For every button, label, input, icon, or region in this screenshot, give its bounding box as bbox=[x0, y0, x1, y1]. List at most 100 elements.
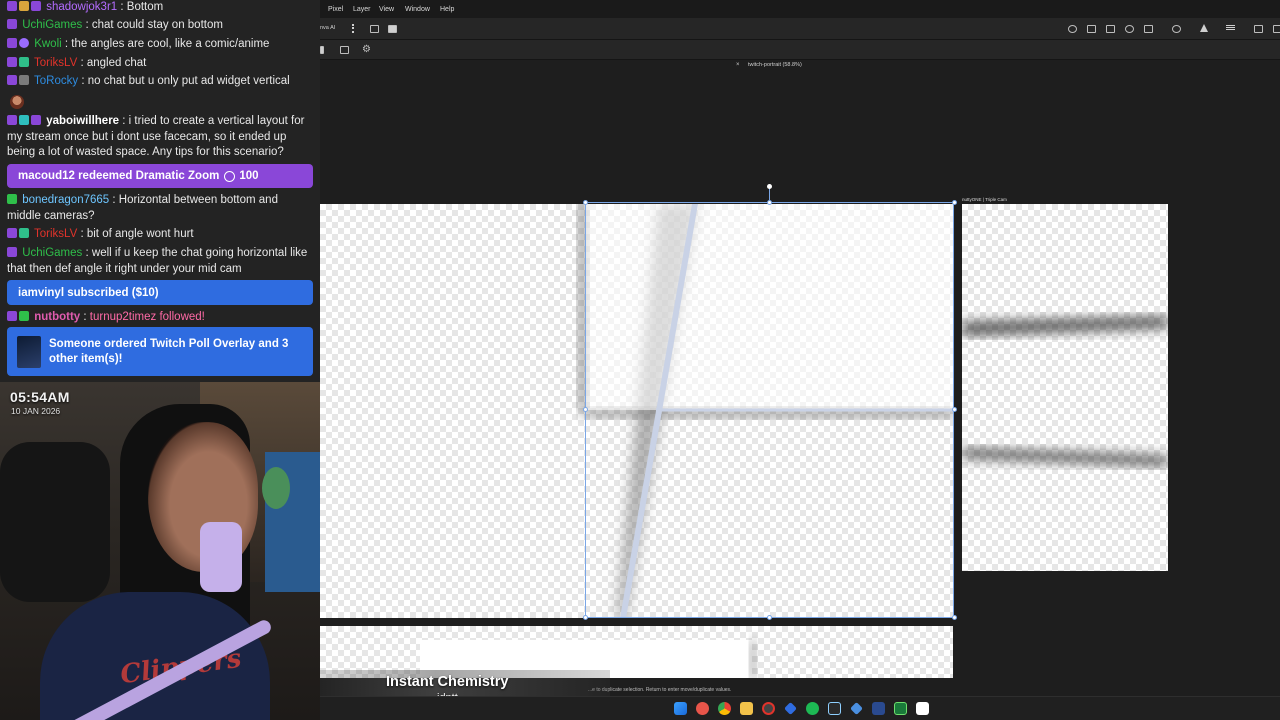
emote-badge-icon bbox=[19, 228, 29, 238]
menu-layer[interactable]: Layer bbox=[353, 6, 371, 13]
chat-text: the angles are cool, like a comic/anime bbox=[71, 38, 270, 50]
channel-points-icon bbox=[224, 170, 236, 182]
chat-message: ToriksLV : angled chat bbox=[7, 56, 315, 72]
terminal-icon[interactable] bbox=[828, 702, 841, 715]
artboard-triple-cam[interactable] bbox=[962, 204, 1168, 571]
chat-username: Kwoli bbox=[34, 38, 62, 50]
document-tab[interactable]: twitch-portrait (58.8%) bbox=[748, 62, 802, 68]
stream-clock: 05:54AM bbox=[10, 389, 70, 405]
resize-handle-left[interactable] bbox=[583, 407, 588, 412]
grid-icon[interactable] bbox=[388, 25, 397, 33]
menu-bar: Pixel Layer View Window Help bbox=[320, 0, 1280, 18]
menu-window[interactable]: Window bbox=[405, 6, 430, 13]
emote-badge-icon bbox=[19, 57, 29, 67]
chat-message: UchiGames : well if u keep the chat goin… bbox=[7, 247, 308, 275]
menu-pixel[interactable]: Pixel bbox=[328, 6, 343, 13]
intersect-icon[interactable] bbox=[1106, 25, 1115, 33]
layer-op-icon[interactable] bbox=[1068, 25, 1077, 33]
brave-icon[interactable] bbox=[696, 702, 709, 715]
chat-username: nutbotty bbox=[34, 311, 81, 323]
chat-message: UchiGames : chat could stay on bottom bbox=[7, 18, 315, 34]
stream-date: 10 JAN 2026 bbox=[11, 406, 61, 416]
spotify-icon[interactable] bbox=[806, 702, 819, 715]
resize-handle-top[interactable] bbox=[767, 200, 772, 205]
resize-handle-bottom[interactable] bbox=[767, 615, 772, 620]
align-icon[interactable] bbox=[1226, 27, 1235, 28]
arrange-icon[interactable] bbox=[1254, 25, 1263, 33]
resize-handle-bottom-right[interactable] bbox=[952, 615, 957, 620]
chrome-icon[interactable] bbox=[718, 702, 731, 715]
chat-message: ToRocky : no chat but u only put ad widg… bbox=[7, 74, 315, 90]
design-editor: Pixel Layer View Window Help nva AI ⚙ tw… bbox=[320, 0, 1280, 720]
chat-username: ToriksLV bbox=[34, 228, 78, 240]
product-thumbnail bbox=[17, 335, 41, 368]
resize-handle-top-right[interactable] bbox=[952, 200, 957, 205]
chat-text: chat could stay on bottom bbox=[91, 19, 223, 31]
rotate-handle[interactable] bbox=[767, 184, 772, 189]
artboard-label[interactable]: nuttyONE | Triple Cam bbox=[962, 197, 1007, 202]
ai-tool-label[interactable]: nva AI bbox=[320, 25, 335, 31]
settings-gear-icon[interactable]: ⚙ bbox=[362, 44, 371, 55]
chat-message: ToriksLV : bit of angle wont hurt bbox=[7, 227, 315, 243]
divide-icon[interactable] bbox=[1144, 25, 1153, 33]
order-text: Someone ordered Twitch Poll Overlay and … bbox=[49, 337, 289, 365]
sub-badge-icon bbox=[7, 38, 17, 48]
sub-badge-icon bbox=[7, 247, 17, 257]
figure-toy bbox=[262, 467, 290, 509]
subtract-icon[interactable] bbox=[1087, 25, 1096, 33]
sub-badge-icon bbox=[7, 19, 17, 29]
chat-message: nutbotty : turnup2timez followed! bbox=[7, 310, 315, 326]
chat-username: UchiGames bbox=[22, 247, 83, 259]
editor-app-icon[interactable] bbox=[872, 702, 885, 715]
chat-text: Bottom bbox=[126, 1, 164, 13]
robot-badge-icon bbox=[19, 75, 29, 85]
file-explorer-icon[interactable] bbox=[740, 702, 753, 715]
sub-badge-icon bbox=[7, 75, 17, 85]
exclude-icon[interactable] bbox=[1125, 25, 1134, 33]
more-icon[interactable] bbox=[352, 24, 354, 33]
clipboard-icon[interactable] bbox=[916, 702, 929, 715]
checkmark-badge-icon bbox=[19, 311, 29, 321]
prime-badge-icon bbox=[31, 115, 41, 125]
resize-handle-bottom-left[interactable] bbox=[583, 615, 588, 620]
start-icon[interactable] bbox=[674, 702, 687, 715]
panel-shadow bbox=[750, 640, 756, 678]
artboard-canvas[interactable] bbox=[320, 204, 953, 618]
app-icon[interactable] bbox=[850, 702, 863, 715]
webcam-feed: Clippers 05:54AM 10 JAN 2026 bbox=[0, 382, 320, 720]
document-tab-bar: twitch-portrait (58.8%) bbox=[320, 60, 1280, 72]
subscription-banner: iamvinyl subscribed ($10) bbox=[7, 280, 313, 305]
frame-icon[interactable] bbox=[340, 46, 349, 54]
sub-badge-icon bbox=[7, 311, 17, 321]
chat-message: shadowjok3r1 : Bottom bbox=[7, 0, 315, 16]
active-app-icon[interactable] bbox=[894, 702, 907, 715]
menu-view[interactable]: View bbox=[379, 6, 394, 13]
menu-help[interactable]: Help bbox=[440, 6, 454, 13]
chat-username: bonedragon7665 bbox=[22, 194, 110, 206]
context-toolbar: ⚙ bbox=[320, 40, 1280, 60]
duplicate-icon[interactable] bbox=[370, 25, 379, 33]
resize-handle-right[interactable] bbox=[952, 407, 957, 412]
designer-icon[interactable] bbox=[784, 702, 797, 715]
verified-badge-icon bbox=[19, 38, 29, 48]
redeem-banner: macoud12 redeemed Dramatic Zoom 100 bbox=[7, 164, 313, 188]
sub-badge-icon bbox=[7, 1, 17, 11]
transform-icon[interactable] bbox=[1273, 25, 1280, 33]
chat-username: ToriksLV bbox=[34, 57, 78, 69]
screen: shadowjok3r1 : Bottom UchiGames : chat c… bbox=[0, 0, 1280, 720]
mod-badge-icon bbox=[7, 194, 17, 204]
chat-message: bonedragon7665 : Horizontal between bott… bbox=[7, 194, 278, 222]
chat-text: bit of angle wont hurt bbox=[86, 228, 194, 240]
resize-handle-top-left[interactable] bbox=[583, 200, 588, 205]
sub-badge-icon bbox=[7, 228, 17, 238]
tool-option-icon[interactable] bbox=[320, 46, 324, 54]
redeem-points: 100 bbox=[239, 170, 259, 182]
chat-overlay: shadowjok3r1 : Bottom UchiGames : chat c… bbox=[0, 0, 320, 382]
close-tab-icon[interactable]: × bbox=[736, 62, 740, 68]
chat-username: yaboiwillhere bbox=[46, 115, 120, 127]
bits-badge-icon bbox=[19, 1, 29, 11]
warning-icon[interactable] bbox=[1200, 24, 1208, 32]
chat-message: Kwoli : the angles are cool, like a comi… bbox=[7, 37, 315, 53]
obs-icon[interactable] bbox=[762, 702, 775, 715]
snapping-icon[interactable] bbox=[1172, 25, 1181, 33]
